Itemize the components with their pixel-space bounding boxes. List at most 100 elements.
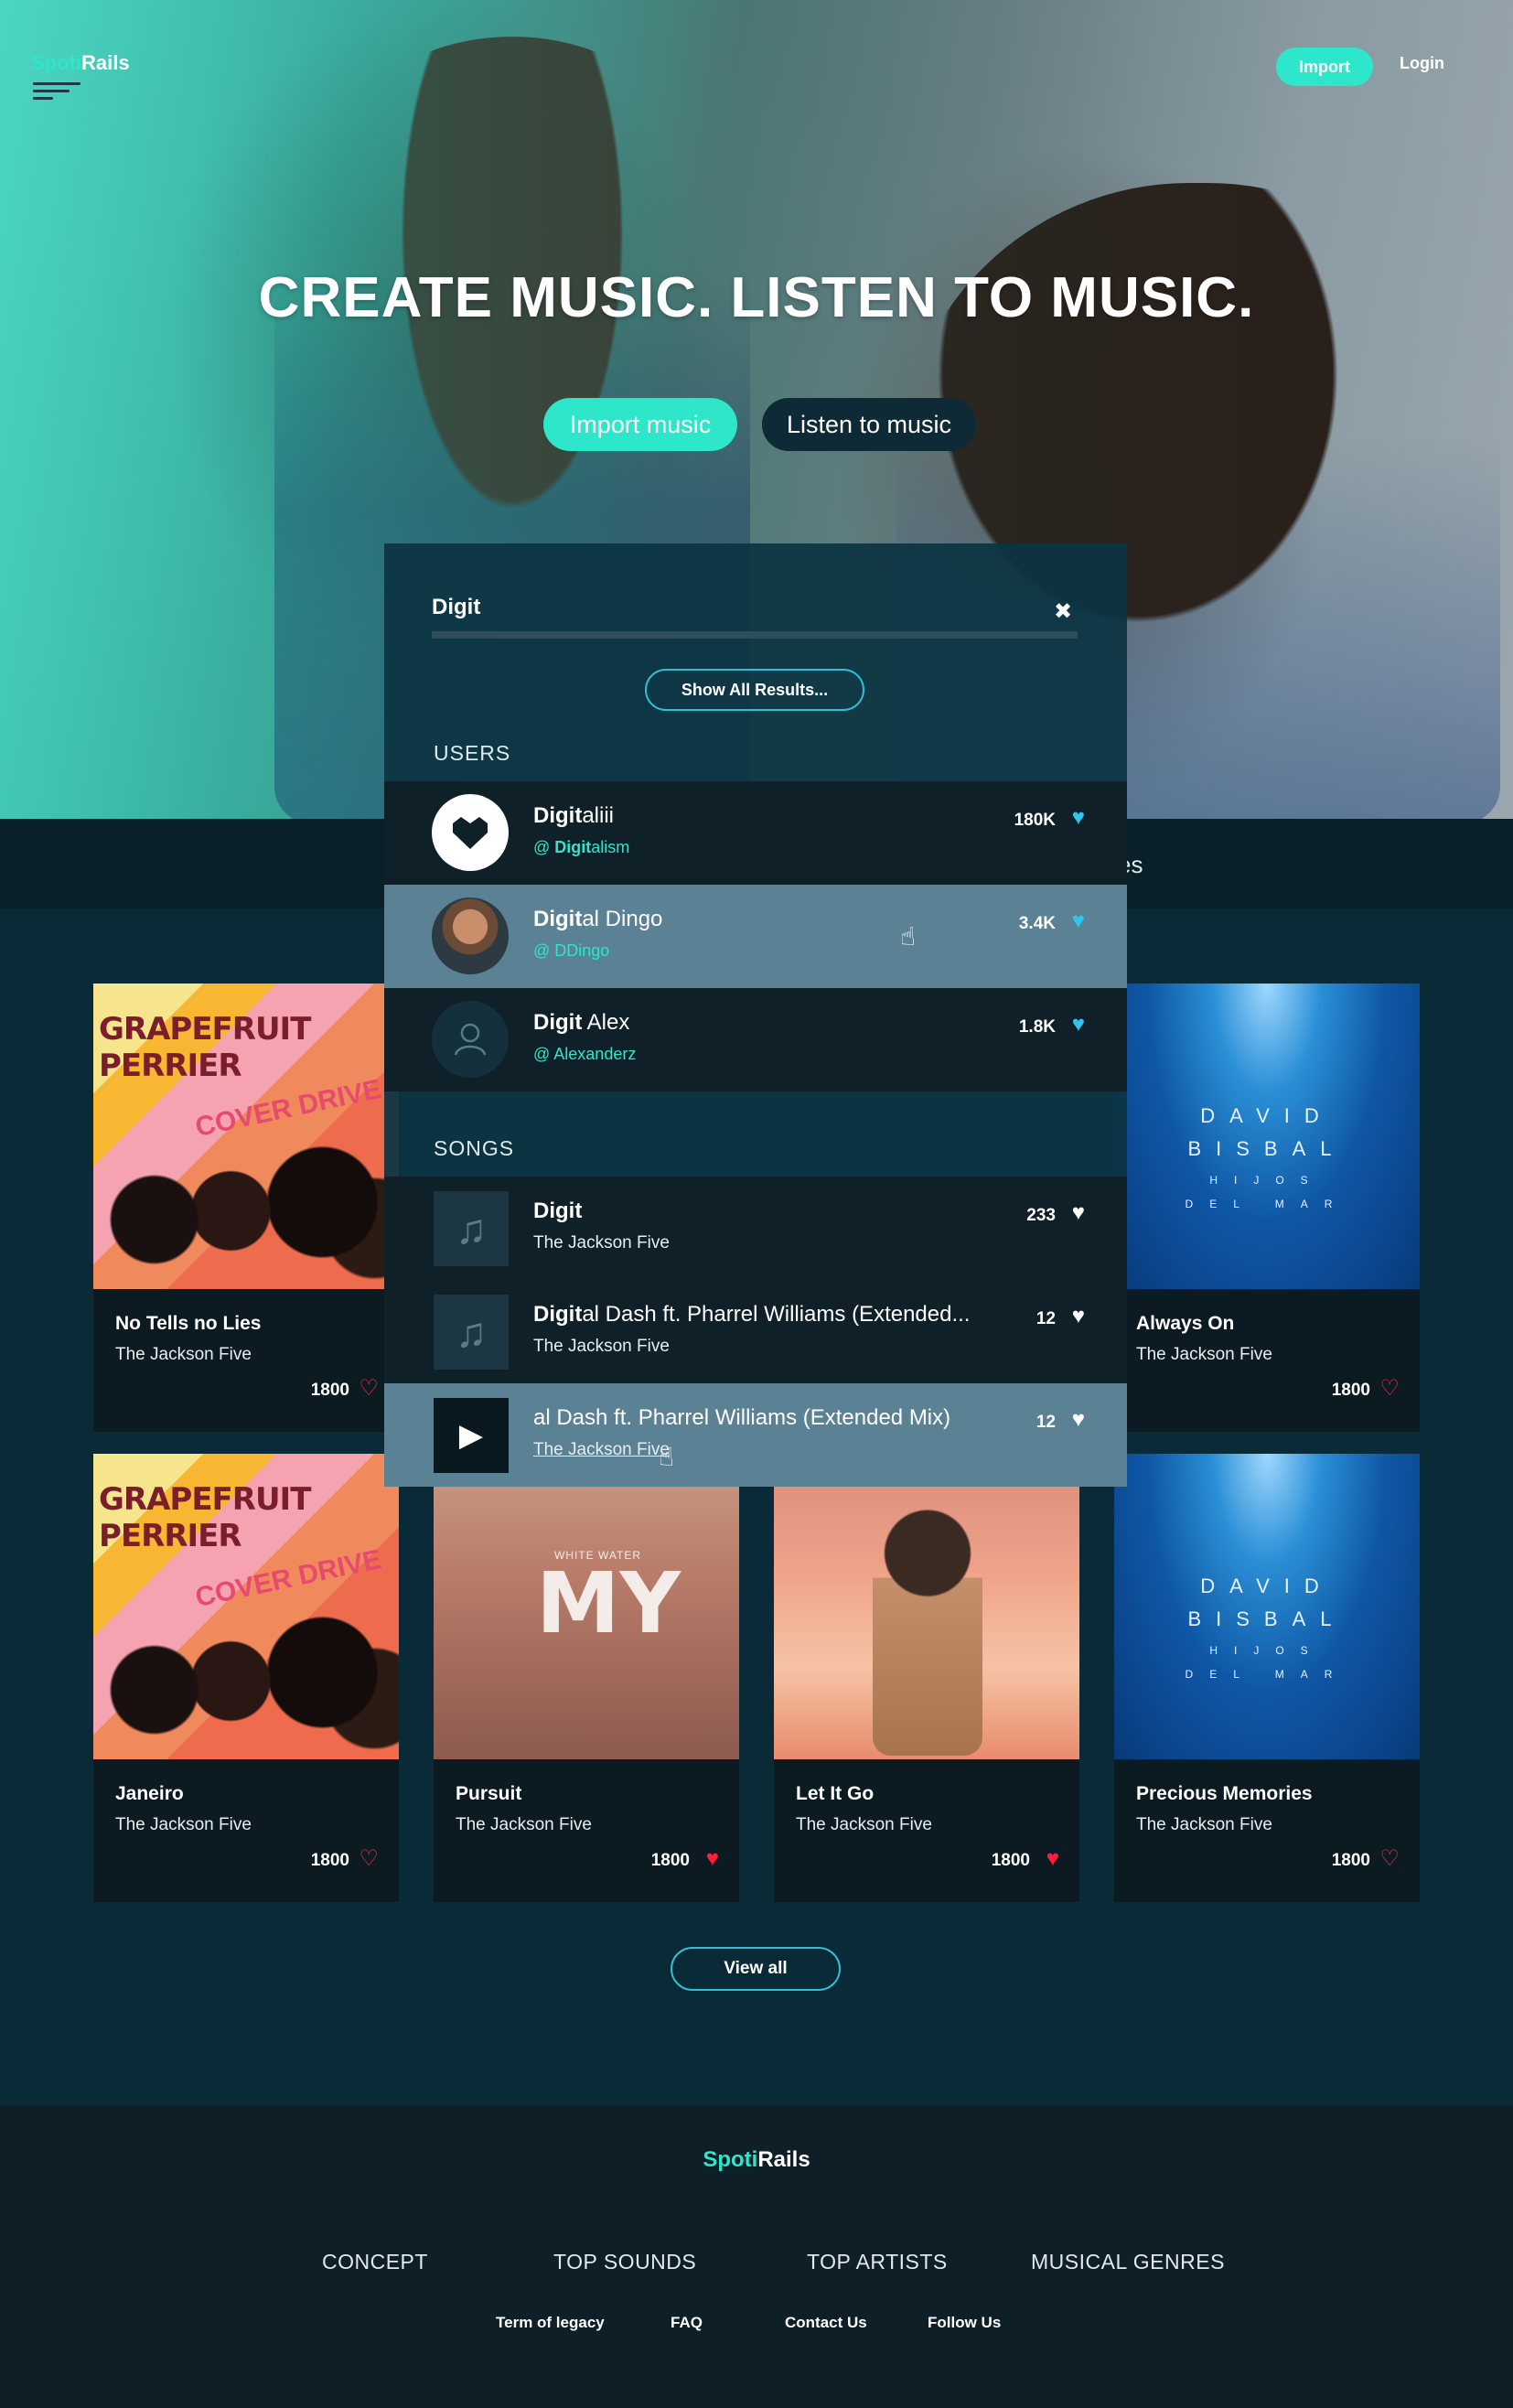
heart-outline-icon[interactable]: ♡ [1379,1848,1400,1870]
heart-filled-icon[interactable]: ♥ [1072,1202,1085,1224]
search-dropdown: ✖ Show All Results... USERS Digitaliii @… [384,543,1127,1487]
song-result-row[interactable]: ♫ Digit The Jackson Five 233 ♥ [384,1177,1127,1280]
footer-link-faq[interactable]: FAQ [671,2314,703,2332]
search-underline [432,631,1078,639]
album-artist[interactable]: The Jackson Five [1136,1815,1272,1835]
user-name: Digit Alex [533,1010,630,1035]
brand-logo-mark-icon [33,82,88,106]
album-card[interactable]: DAVID BISBAL HIJOS DEL MAR Precious Memo… [1114,1454,1420,1902]
music-note-icon: ♫ [434,1191,509,1266]
heart-filled-icon[interactable]: ♥ [1072,1014,1085,1036]
song-result-row[interactable]: ▶ al Dash ft. Pharrel Williams (Extended… [384,1383,1127,1487]
footer-nav-musical-genres[interactable]: MUSICAL GENRES [1031,2250,1225,2274]
user-handle[interactable]: @ Digitalism [533,838,629,857]
heart-logo-icon [453,817,488,849]
user-result-row[interactable]: Digital Dingo @ DDingo 3.4K ♥ ☝ [384,885,1127,988]
song-artist[interactable]: The Jackson Five [533,1440,670,1460]
heart-filled-icon[interactable]: ♥ [1072,1306,1085,1328]
hand-cursor-icon: ☝ [900,922,917,951]
footer-nav-concept[interactable]: CONCEPT [322,2250,428,2274]
footer-link-terms[interactable]: Term of legacy [496,2314,605,2332]
view-all-button[interactable]: View all [671,1947,841,1991]
footer-link-contact[interactable]: Contact Us [785,2314,867,2332]
follower-count: 1.8K [1018,1017,1056,1037]
album-card[interactable]: WHITE WATER MY Pursuit The Jackson Five … [434,1454,739,1902]
footer-nav-top-sounds[interactable]: TOP SOUNDS [553,2250,696,2274]
like-count: 1800 [1331,1851,1370,1870]
album-cover: DAVID BISBAL HIJOS DEL MAR [1114,984,1420,1289]
user-placeholder-icon [454,1023,487,1056]
album-title: Janeiro [115,1783,184,1804]
song-artist[interactable]: The Jackson Five [533,1233,670,1253]
user-name: Digital Dingo [533,907,663,931]
avatar [432,1001,509,1078]
album-card[interactable]: Let It Go The Jackson Five 1800 ♥ [774,1454,1079,1902]
heart-filled-icon[interactable]: ♥ [1072,807,1085,829]
heart-outline-icon[interactable]: ♡ [359,1378,379,1400]
hero-title: CREATE MUSIC. LISTEN TO MUSIC. [258,266,1255,329]
songs-section-heading: SONGS [434,1136,515,1160]
album-artist[interactable]: The Jackson Five [796,1815,932,1835]
footer-logo[interactable]: SpotiRails [0,2147,1513,2173]
user-handle[interactable]: @ Alexanderz [533,1045,636,1064]
search-input[interactable] [432,595,1078,620]
album-cover: DAVID BISBAL HIJOS DEL MAR [1114,1454,1420,1759]
avatar [432,898,509,974]
album-title: Let It Go [796,1783,875,1804]
show-all-results-button[interactable]: Show All Results... [645,669,864,711]
heart-outline-icon[interactable]: ♡ [1379,1378,1400,1400]
album-card[interactable]: DAVID BISBAL HIJOS DEL MAR Always On The… [1114,984,1420,1432]
login-link[interactable]: Login [1400,54,1444,73]
import-button[interactable]: Import [1276,48,1373,86]
album-title: Precious Memories [1136,1783,1313,1804]
album-cover: WHITE WATER MY [434,1454,739,1759]
follower-count: 3.4K [1018,914,1056,933]
like-count: 1800 [1331,1381,1370,1400]
song-title: Digit [533,1199,583,1223]
album-cover: GRAPEFRUIT PERRIER COVER DRIVE [93,1454,399,1759]
album-artist[interactable]: The Jackson Five [115,1815,252,1835]
heart-filled-icon[interactable]: ♥ [1072,910,1085,932]
user-result-row[interactable]: Digitaliii @ Digitalism 180K ♥ [384,781,1127,885]
footer-nav-top-artists[interactable]: TOP ARTISTS [807,2250,948,2274]
album-artist[interactable]: The Jackson Five [115,1345,252,1365]
song-title: al Dash ft. Pharrel Williams (Extended M… [533,1405,951,1430]
album-card[interactable]: GRAPEFRUIT PERRIER COVER DRIVE No Tells … [93,984,399,1432]
footer: SpotiRails CONCEPT TOP SOUNDS TOP ARTIST… [0,2105,1513,2408]
heart-filled-icon[interactable]: ♥ [1072,1409,1085,1431]
album-cover: GRAPEFRUIT PERRIER COVER DRIVE [93,984,399,1289]
like-count: 1800 [650,1851,690,1870]
like-count: 1800 [310,1851,349,1870]
listen-to-music-button[interactable]: Listen to music [762,398,976,451]
user-handle[interactable]: @ DDingo [533,941,609,961]
users-section-heading: USERS [434,741,511,765]
like-count: 1800 [310,1381,349,1400]
like-count: 12 [1035,1309,1056,1328]
like-count: 12 [1035,1413,1056,1432]
play-icon[interactable]: ▶ [434,1398,509,1473]
song-artist[interactable]: The Jackson Five [533,1337,670,1357]
user-result-row[interactable]: Digit Alex @ Alexanderz 1.8K ♥ [384,988,1127,1091]
heart-filled-icon[interactable]: ♥ [706,1848,719,1870]
avatar [432,794,509,871]
follower-count: 180K [1014,811,1056,830]
like-count: 1800 [991,1851,1030,1870]
album-artist[interactable]: The Jackson Five [456,1815,592,1835]
album-artist[interactable]: The Jackson Five [1136,1345,1272,1365]
like-count: 233 [1026,1206,1056,1225]
album-cover [774,1454,1079,1759]
music-note-icon: ♫ [434,1295,509,1370]
album-title: Pursuit [456,1783,522,1804]
footer-link-follow[interactable]: Follow Us [928,2314,1001,2332]
heart-filled-icon[interactable]: ♥ [1046,1848,1059,1870]
album-title: Always On [1136,1313,1235,1334]
import-music-button[interactable]: Import music [543,398,737,451]
heart-outline-icon[interactable]: ♡ [359,1848,379,1870]
user-name: Digitaliii [533,803,615,828]
song-title: Digital Dash ft. Pharrel Williams (Exten… [533,1302,971,1327]
hand-cursor-icon: ☝ [659,1443,675,1471]
album-card[interactable]: GRAPEFRUIT PERRIER COVER DRIVE Janeiro T… [93,1454,399,1902]
brand-logo[interactable]: SpotiRails [31,51,130,75]
song-result-row[interactable]: ♫ Digital Dash ft. Pharrel Williams (Ext… [384,1280,1127,1383]
close-icon[interactable]: ✖ [1054,598,1072,625]
